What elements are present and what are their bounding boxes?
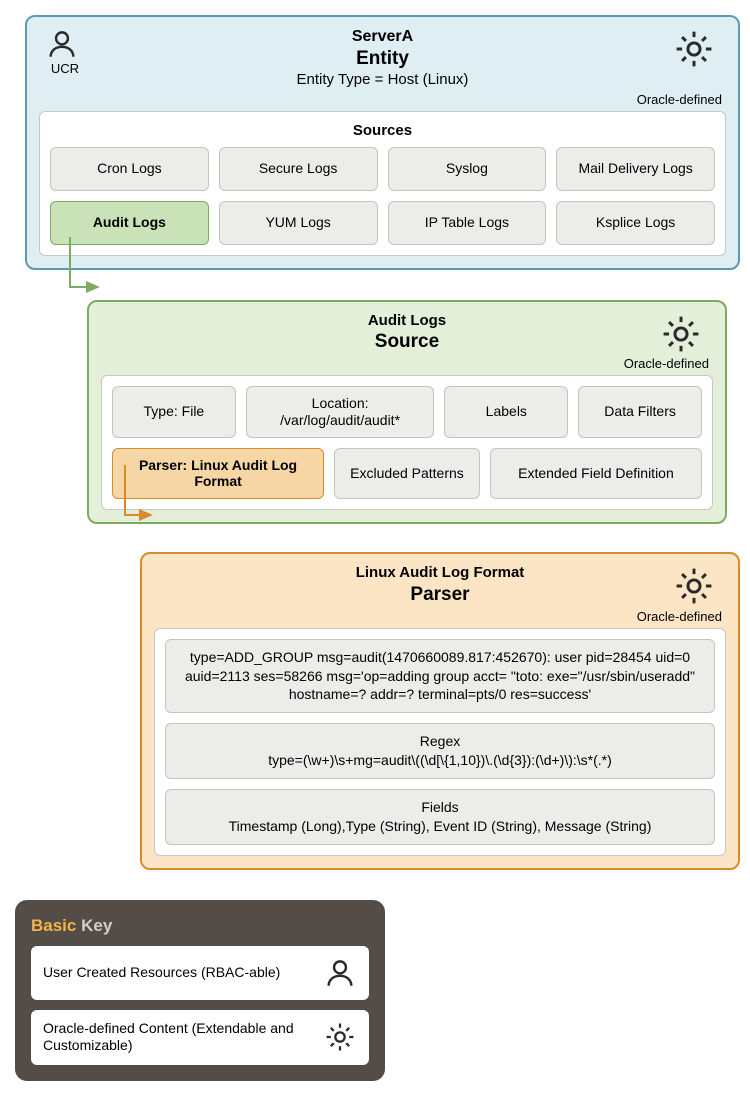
source-item-iptable[interactable]: IP Table Logs [388, 201, 547, 245]
sources-title: Sources [50, 122, 715, 139]
ucr-badge: UCR [45, 27, 85, 76]
sources-box: Sources Cron Logs Secure Logs Syslog Mai… [39, 111, 726, 256]
oracle-defined-label: Oracle-defined [39, 92, 722, 107]
fields-value: Timestamp (Long),Type (String), Event ID… [176, 817, 704, 836]
key-panel: Basic Key User Created Resources (RBAC-a… [15, 900, 385, 1081]
server-name: ServerA [39, 27, 726, 47]
source-item-cron[interactable]: Cron Logs [50, 147, 209, 191]
ucr-label: UCR [45, 61, 85, 76]
prop-filters[interactable]: Data Filters [578, 386, 702, 438]
source-panel: Audit Logs Source Oracle-defined Type: F… [87, 300, 727, 525]
key-ucr-text: User Created Resources (RBAC-able) [43, 964, 280, 982]
source-label: Source [101, 330, 713, 354]
oracle-defined-label: Oracle-defined [101, 356, 709, 371]
key-item-oracle: Oracle-defined Content (Extendable and C… [31, 1010, 369, 1065]
prop-excluded[interactable]: Excluded Patterns [334, 448, 480, 500]
source-title-block: Audit Logs Source [101, 312, 713, 355]
user-icon [45, 27, 79, 61]
parser-regex-block: Regex type=(\w+)\s+mg=audit\((\d[\{1,10}… [165, 723, 715, 779]
entity-type: Entity Type = Host (Linux) [39, 71, 726, 90]
user-icon [323, 956, 357, 990]
gear-icon [659, 312, 703, 356]
parser-sample: type=ADD_GROUP msg=audit(1470660089.817:… [165, 639, 715, 714]
parser-label: Parser [154, 583, 726, 607]
gear-icon [323, 1020, 357, 1054]
parser-name: Linux Audit Log Format [154, 564, 726, 583]
source-props-box: Type: File Location: /var/log/audit/audi… [101, 375, 713, 510]
gear-icon [672, 564, 716, 608]
gear-icon [672, 27, 716, 71]
parser-details-box: type=ADD_GROUP msg=audit(1470660089.817:… [154, 628, 726, 856]
parser-panel: Linux Audit Log Format Parser Oracle-def… [140, 552, 740, 870]
key-title: Basic Key [31, 916, 369, 936]
oracle-defined-label: Oracle-defined [154, 609, 722, 624]
sources-grid: Cron Logs Secure Logs Syslog Mail Delive… [50, 147, 715, 245]
parser-fields-block: Fields Timestamp (Long),Type (String), E… [165, 789, 715, 845]
fields-label: Fields [176, 798, 704, 817]
prop-type[interactable]: Type: File [112, 386, 236, 438]
entity-title-block: ServerA Entity Entity Type = Host (Linux… [39, 27, 726, 90]
source-item-ksplice[interactable]: Ksplice Logs [556, 201, 715, 245]
prop-location[interactable]: Location: /var/log/audit/audit* [246, 386, 435, 438]
prop-labels[interactable]: Labels [444, 386, 568, 438]
source-item-syslog[interactable]: Syslog [388, 147, 547, 191]
key-oracle-text: Oracle-defined Content (Extendable and C… [43, 1020, 303, 1055]
key-item-ucr: User Created Resources (RBAC-able) [31, 946, 369, 1000]
regex-value: type=(\w+)\s+mg=audit\((\d[\{1,10})\.(\d… [176, 751, 704, 770]
source-item-audit[interactable]: Audit Logs [50, 201, 209, 245]
source-item-yum[interactable]: YUM Logs [219, 201, 378, 245]
entity-label: Entity [39, 47, 726, 71]
parser-title-block: Linux Audit Log Format Parser [154, 564, 726, 607]
source-item-secure[interactable]: Secure Logs [219, 147, 378, 191]
prop-parser[interactable]: Parser: Linux Audit Log Format [112, 448, 324, 500]
source-name: Audit Logs [101, 312, 713, 331]
regex-label: Regex [176, 732, 704, 751]
source-item-mail[interactable]: Mail Delivery Logs [556, 147, 715, 191]
prop-extfield[interactable]: Extended Field Definition [490, 448, 702, 500]
entity-panel: UCR ServerA Entity Entity Type = Host (L… [25, 15, 740, 270]
